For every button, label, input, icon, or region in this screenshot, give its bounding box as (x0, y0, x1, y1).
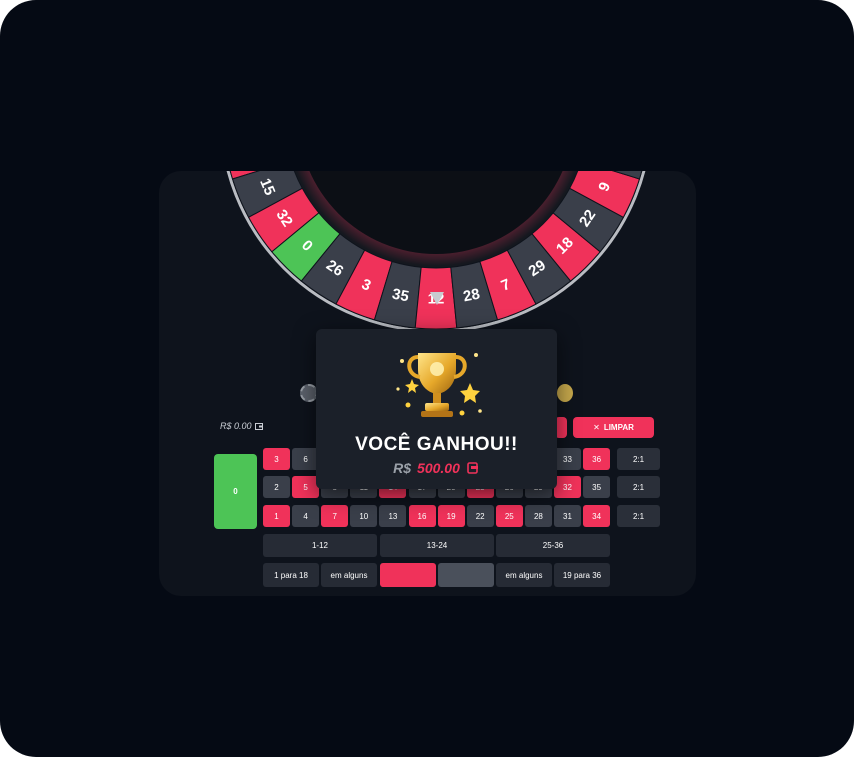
bet-cell-number[interactable]: 2 (263, 476, 290, 498)
win-currency: R$ (393, 460, 412, 476)
low-bet-button[interactable]: 1 para 18 (263, 563, 319, 587)
column-bet-middle[interactable]: 2:1 (617, 476, 660, 498)
bet-cell-number[interactable]: 33 (554, 448, 581, 470)
clear-label: LIMPAR (603, 423, 634, 432)
bet-cell-zero[interactable]: 0 (214, 454, 257, 529)
balance-display: R$ 0.00 (220, 421, 263, 431)
dozen-bet-first[interactable]: 1-12 (263, 534, 377, 557)
win-value: 500.00 (417, 460, 460, 476)
bet-cell-number[interactable]: 34 (583, 505, 611, 527)
balance-value: R$ 0.00 (220, 421, 252, 431)
coins-icon (467, 462, 478, 474)
even-bet-button[interactable]: em alguns (321, 563, 377, 587)
win-title: VOCÊ GANHOU!! (355, 434, 518, 455)
bet-cell-number[interactable]: 19 (437, 505, 465, 527)
bet-cell-number[interactable]: 1 (263, 505, 290, 527)
wheel-pocket-number: 28 (462, 286, 482, 306)
column-bet-top[interactable]: 2:1 (617, 448, 660, 470)
red-bet-button[interactable] (380, 563, 436, 587)
bet-cell-number[interactable]: 35 (583, 476, 611, 498)
bet-cell-number[interactable]: 22 (466, 505, 494, 527)
bet-cell-number[interactable]: 4 (292, 505, 320, 527)
wheel-pocket-number: 35 (391, 286, 411, 306)
app-frame: 19153202633512287291822931 R$ 0.00 ✕ LIM… (0, 0, 854, 757)
bet-cell-number[interactable]: 13 (379, 505, 407, 527)
bet-cell-number[interactable]: 25 (495, 505, 523, 527)
dozen-bet-second[interactable]: 13-24 (380, 534, 494, 557)
bet-cell-number[interactable]: 10 (350, 505, 378, 527)
wheel-graphic: 19153202633512287291822931 (226, 171, 646, 331)
bet-cell-number[interactable]: 3 (263, 448, 290, 470)
odd-bet-button[interactable]: em alguns (496, 563, 552, 587)
bet-cell-number[interactable]: 16 (408, 505, 436, 527)
bet-cell-number[interactable]: 28 (524, 505, 552, 527)
black-bet-button[interactable] (438, 563, 494, 587)
column-bet-bottom[interactable]: 2:1 (617, 505, 660, 527)
dozen-bet-third[interactable]: 25-36 (496, 534, 610, 557)
close-icon: ✕ (593, 423, 600, 432)
bet-cell-number[interactable]: 31 (554, 505, 581, 527)
wallet-icon (254, 423, 263, 430)
bet-cell-number[interactable]: 7 (321, 505, 349, 527)
clear-button[interactable]: ✕ LIMPAR (573, 417, 654, 438)
win-amount: R$ 500.00 (316, 460, 557, 476)
trophy-icon (396, 353, 482, 417)
roulette-wheel: 19153202633512287291822931 (159, 171, 696, 331)
bet-cell-number[interactable]: 32 (554, 476, 581, 498)
chip-icon-gold[interactable] (557, 384, 573, 402)
bet-cell-number[interactable]: 36 (583, 448, 611, 470)
high-bet-button[interactable]: 19 para 36 (554, 563, 610, 587)
win-modal: VOCÊ GANHOU!! R$ 500.00 (316, 329, 557, 489)
